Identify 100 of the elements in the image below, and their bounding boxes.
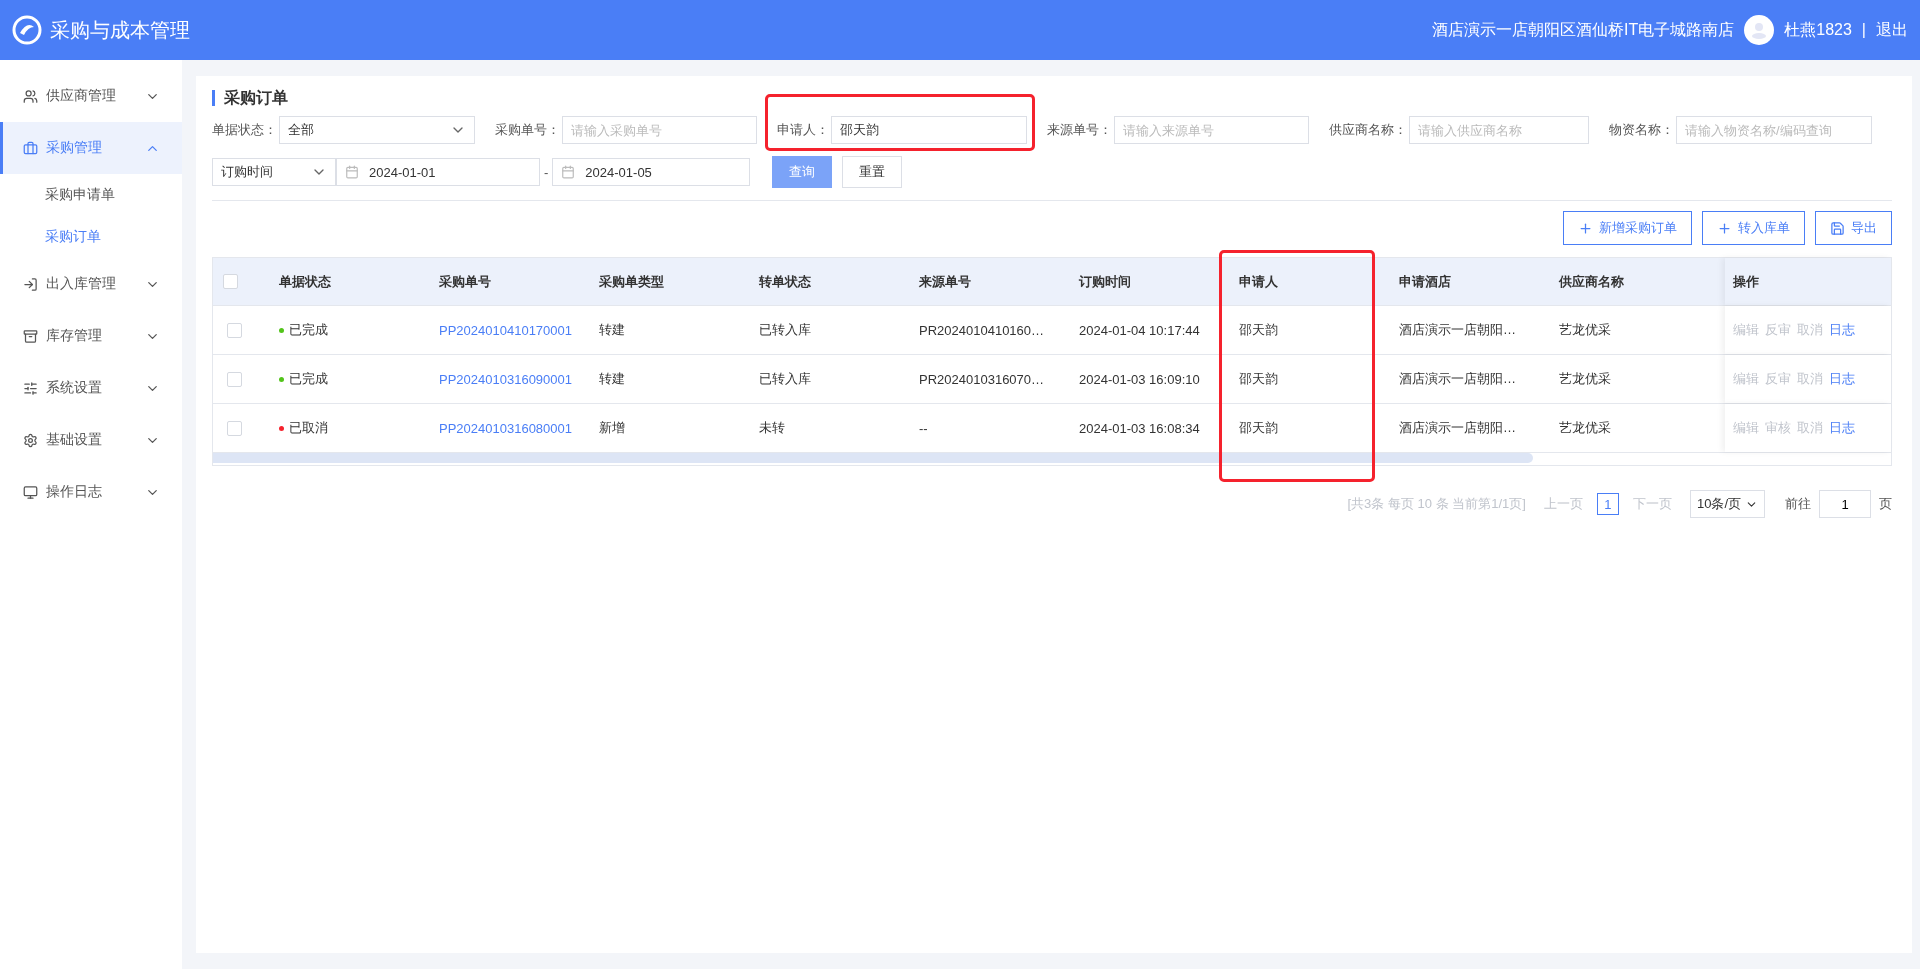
store-name: 酒店演示一店朝阳区酒仙桥IT电子城路南店: [1432, 19, 1735, 40]
table-cell-text: 转建: [598, 321, 626, 339]
input-field[interactable]: 请输入采购单号: [562, 116, 757, 144]
table-cell-text: 邵天韵: [1238, 321, 1279, 339]
pagination-summary: [共3条 每页 10 条 当前第1/1页]: [1347, 495, 1526, 513]
table-cell-text: 酒店演示一店朝阳…: [1398, 370, 1517, 388]
filter-label: 采购单号：: [495, 121, 560, 139]
input-field[interactable]: 请输入来源单号: [1114, 116, 1309, 144]
calendar-icon: [561, 165, 576, 179]
table-cell-text: 艺龙优采: [1558, 370, 1612, 388]
sidebar-item[interactable]: 出入库管理: [0, 258, 182, 310]
sliders-icon: [23, 380, 38, 396]
table-cell: 已取消: [289, 419, 328, 437]
table-cell-text: --: [918, 420, 929, 436]
page-title: 采购订单: [212, 90, 1892, 106]
table-cell-text: 新增: [598, 419, 626, 437]
app-title: 采购与成本管理: [50, 17, 190, 43]
table-cell-text: 酒店演示一店朝阳…: [1398, 419, 1517, 437]
monitor-icon: [23, 484, 38, 500]
column-header: 供应商名称: [1557, 272, 1625, 291]
sidebar-item[interactable]: 系统设置: [0, 362, 182, 414]
order-link[interactable]: PP2024010316090001: [423, 371, 583, 387]
filter-label: 供应商名称：: [1329, 121, 1407, 139]
column-header: 采购单类型: [598, 272, 665, 291]
order-link[interactable]: PP2024010316080001: [423, 420, 583, 436]
separator: |: [1861, 21, 1866, 39]
plus-icon: [1717, 220, 1732, 236]
goto-label: 前往: [1785, 495, 1811, 513]
sidebar-item[interactable]: 基础设置: [0, 414, 182, 466]
filter-label: 申请人：: [777, 121, 829, 139]
page-unit: 页: [1879, 495, 1892, 513]
table-cell-text: PR2024010410160…: [918, 322, 1046, 338]
checkbox[interactable]: [227, 371, 242, 387]
table-cell-text: 转建: [598, 370, 626, 388]
table-cell-text: 2024-01-04 10:17:44: [1078, 322, 1201, 338]
add-button[interactable]: 转入库单: [1702, 211, 1805, 245]
table-cell: 已完成: [289, 370, 328, 388]
column-header: 采购单号: [438, 272, 492, 291]
logo-icon: [12, 15, 42, 45]
end-date-field[interactable]: 2024-01-05: [552, 158, 751, 186]
column-header: 订购时间: [1078, 272, 1132, 291]
user-name: 杜燕1823: [1784, 19, 1852, 40]
table-cell-text: 酒店演示一店朝阳…: [1398, 321, 1517, 339]
input-field[interactable]: 请输入物资名称/编码查询: [1676, 116, 1872, 144]
sidebar-item[interactable]: 操作日志: [0, 466, 182, 518]
export-button[interactable]: 导出: [1815, 211, 1892, 245]
people-icon: [23, 88, 38, 104]
briefcase-icon: [23, 140, 38, 156]
archive-icon: [23, 328, 38, 344]
filter-label: 物资名称：: [1609, 121, 1674, 139]
table-cell-text: 邵天韵: [1238, 419, 1279, 437]
column-header: 申请人: [1238, 272, 1279, 291]
action-link[interactable]: 日志: [1829, 321, 1855, 339]
sidebar-item[interactable]: 库存管理: [0, 310, 182, 362]
filter-label: 单据状态：: [212, 121, 277, 139]
column-header: 申请酒店: [1398, 272, 1452, 291]
sidebar-subitem[interactable]: 采购订单: [0, 216, 182, 258]
login-icon: [23, 276, 38, 292]
sidebar-item[interactable]: 供应商管理: [0, 70, 182, 122]
date-type-select[interactable]: 订购时间: [212, 158, 336, 186]
settings-icon: [23, 432, 38, 448]
table-cell-text: 2024-01-03 16:09:10: [1078, 371, 1201, 387]
input-field[interactable]: 邵天韵: [831, 116, 1027, 144]
logout-link[interactable]: 退出: [1876, 19, 1908, 41]
checkbox[interactable]: [223, 274, 238, 289]
table-cell-text: 已转入库: [758, 321, 812, 339]
filter-label: 来源单号：: [1047, 121, 1112, 139]
page-size-select[interactable]: 10条/页: [1689, 490, 1765, 518]
action-link[interactable]: 日志: [1829, 370, 1855, 388]
order-link[interactable]: PP2024010410170001: [423, 322, 583, 338]
table-cell-text: 未转: [758, 419, 786, 437]
table-cell: 已完成: [289, 321, 328, 339]
column-header: 操作: [1733, 272, 1759, 291]
range-dash: -: [544, 164, 549, 180]
add-button[interactable]: 新增采购订单: [1563, 211, 1692, 245]
sidebar-item[interactable]: 采购管理: [0, 122, 182, 174]
save-icon: [1830, 220, 1845, 236]
table-cell-text: 邵天韵: [1238, 370, 1279, 388]
table-cell-text: 艺龙优采: [1558, 419, 1612, 437]
sidebar-subitem[interactable]: 采购申请单: [0, 174, 182, 216]
page-number[interactable]: 1: [1596, 493, 1619, 515]
checkbox[interactable]: [227, 322, 242, 338]
action-link[interactable]: 日志: [1829, 419, 1855, 437]
table-cell-text: 艺龙优采: [1558, 321, 1612, 339]
plus-icon: [1578, 220, 1593, 236]
search-button[interactable]: 查询: [772, 156, 833, 188]
page-input[interactable]: 1: [1819, 490, 1871, 518]
column-header: 来源单号: [918, 272, 972, 291]
column-header: 转单状态: [758, 272, 812, 291]
reset-button[interactable]: 重置: [842, 156, 903, 188]
table-cell-text: 2024-01-03 16:08:34: [1078, 420, 1201, 436]
start-date-field[interactable]: 2024-01-01: [336, 158, 540, 186]
avatar-icon[interactable]: [1744, 15, 1775, 45]
calendar-icon: [345, 165, 359, 179]
input-field[interactable]: 请输入供应商名称: [1409, 116, 1589, 144]
status-select[interactable]: 全部: [279, 116, 475, 144]
table-cell-text: PR2024010316070…: [918, 371, 1046, 387]
checkbox[interactable]: [227, 420, 242, 436]
scrollbar-thumb[interactable]: [213, 453, 1533, 463]
table-cell-text: 已转入库: [758, 370, 812, 388]
